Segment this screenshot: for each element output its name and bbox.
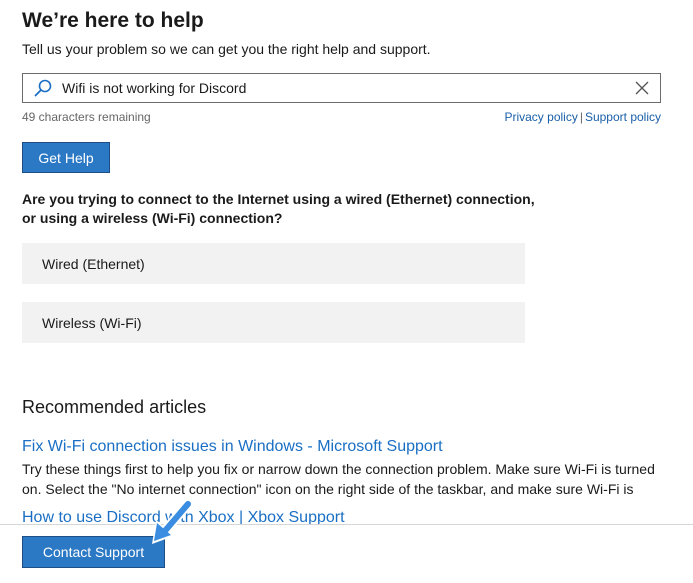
arrow-pointer-icon	[152, 499, 193, 544]
search-box[interactable]	[22, 73, 661, 103]
question-line-2: or using a wireless (Wi-Fi) connection?	[22, 210, 283, 226]
get-help-button[interactable]: Get Help	[22, 142, 110, 173]
article-description: Try these things first to help you fix o…	[22, 461, 655, 497]
support-policy-link[interactable]: Support policy	[585, 110, 661, 124]
page-title: We’re here to help	[22, 9, 204, 32]
characters-remaining: 49 characters remaining	[22, 110, 151, 124]
recommended-articles-heading: Recommended articles	[22, 397, 207, 417]
privacy-policy-link[interactable]: Privacy policy	[504, 110, 577, 124]
policy-links: Privacy policy | Support policy	[504, 110, 661, 124]
close-icon[interactable]	[630, 76, 654, 100]
option-wired-ethernet[interactable]: Wired (Ethernet)	[22, 243, 525, 284]
option-label: Wireless (Wi-Fi)	[42, 314, 142, 331]
search-icon	[32, 77, 54, 99]
question-line-1: Are you trying to connect to the Interne…	[22, 191, 535, 207]
page-subtitle: Tell us your problem so we can get you t…	[22, 41, 431, 57]
search-input[interactable]	[58, 75, 630, 101]
option-wireless-wifi[interactable]: Wireless (Wi-Fi)	[22, 302, 525, 343]
connection-question: Are you trying to connect to the Interne…	[22, 190, 582, 228]
option-label: Wired (Ethernet)	[42, 255, 145, 272]
policy-separator: |	[579, 110, 583, 124]
article-link-fix-wifi[interactable]: Fix Wi-Fi connection issues in Windows -…	[22, 438, 443, 456]
